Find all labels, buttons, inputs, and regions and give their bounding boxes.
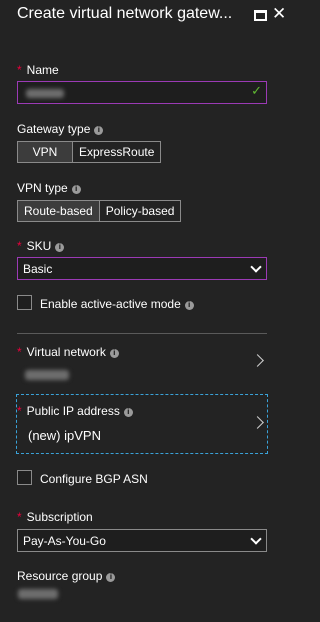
bgp-checkbox[interactable] (17, 470, 32, 485)
blade-title: Create virtual network gatew... (17, 5, 233, 22)
subscription-label-text: Subscription (26, 510, 93, 524)
info-icon[interactable]: i (94, 126, 104, 135)
divider (17, 333, 267, 334)
vpn-type-label: VPN type i (17, 181, 81, 195)
vpn-type-label-text: VPN type (17, 181, 68, 195)
subscription-label: * Subscription (17, 510, 93, 524)
public-ip-label-text: Public IP address (26, 404, 120, 418)
sku-value: Basic (23, 262, 53, 276)
sku-select[interactable]: Basic (17, 257, 267, 280)
vpn-type-toggle: Route-based Policy-based (17, 200, 182, 222)
resource-group-label: Resource group i (17, 569, 116, 583)
resource-group-label-text: Resource group (17, 569, 103, 583)
gateway-type-toggle: VPN ExpressRoute (17, 141, 162, 163)
required-marker: * (17, 510, 22, 524)
gateway-type-label: Gateway type i (17, 122, 104, 136)
info-icon[interactable]: i (71, 185, 81, 194)
sku-label-text: SKU (26, 239, 52, 253)
subscription-value: Pay-As-You-Go (23, 534, 106, 548)
gateway-type-expressroute-option[interactable]: ExpressRoute (72, 142, 160, 162)
info-icon[interactable]: i (123, 408, 133, 417)
virtual-network-selector[interactable] (17, 340, 269, 388)
required-marker: * (17, 404, 22, 418)
chevron-down-icon (250, 533, 262, 545)
redacted-name-value (26, 89, 64, 98)
resource-group-selector[interactable] (10, 586, 70, 602)
gateway-type-label-text: Gateway type (17, 122, 91, 136)
required-marker: * (17, 63, 22, 77)
close-icon[interactable]: ✕ (272, 4, 286, 24)
public-ip-label: * Public IP address i (17, 404, 133, 418)
name-label-text: Name (26, 63, 59, 77)
check-icon: ✓ (251, 84, 262, 99)
maximize-icon[interactable] (254, 10, 267, 21)
bgp-label: Configure BGP ASN (40, 472, 148, 486)
redacted-virtual-network-value (25, 370, 69, 380)
name-label: * Name (17, 63, 59, 77)
name-input[interactable]: ✓ (17, 81, 267, 104)
vpn-type-route-based-option[interactable]: Route-based (18, 201, 99, 221)
active-active-label: Enable active-active mode i (40, 297, 194, 311)
active-active-label-text: Enable active-active mode (40, 297, 181, 311)
gateway-type-vpn-option[interactable]: VPN (18, 142, 72, 162)
sku-label: * SKU i (17, 239, 65, 253)
info-icon[interactable]: i (55, 243, 65, 252)
redacted-resource-group-value (18, 589, 58, 599)
subscription-select[interactable]: Pay-As-You-Go (17, 529, 267, 552)
vpn-type-policy-based-option[interactable]: Policy-based (98, 201, 181, 221)
chevron-down-icon (250, 261, 262, 273)
public-ip-value: (new) ipVPN (28, 428, 101, 443)
info-icon[interactable]: i (184, 301, 194, 310)
public-ip-selector[interactable] (16, 394, 268, 454)
info-icon[interactable]: i (106, 573, 116, 582)
active-active-checkbox[interactable] (17, 295, 32, 310)
required-marker: * (17, 239, 22, 253)
